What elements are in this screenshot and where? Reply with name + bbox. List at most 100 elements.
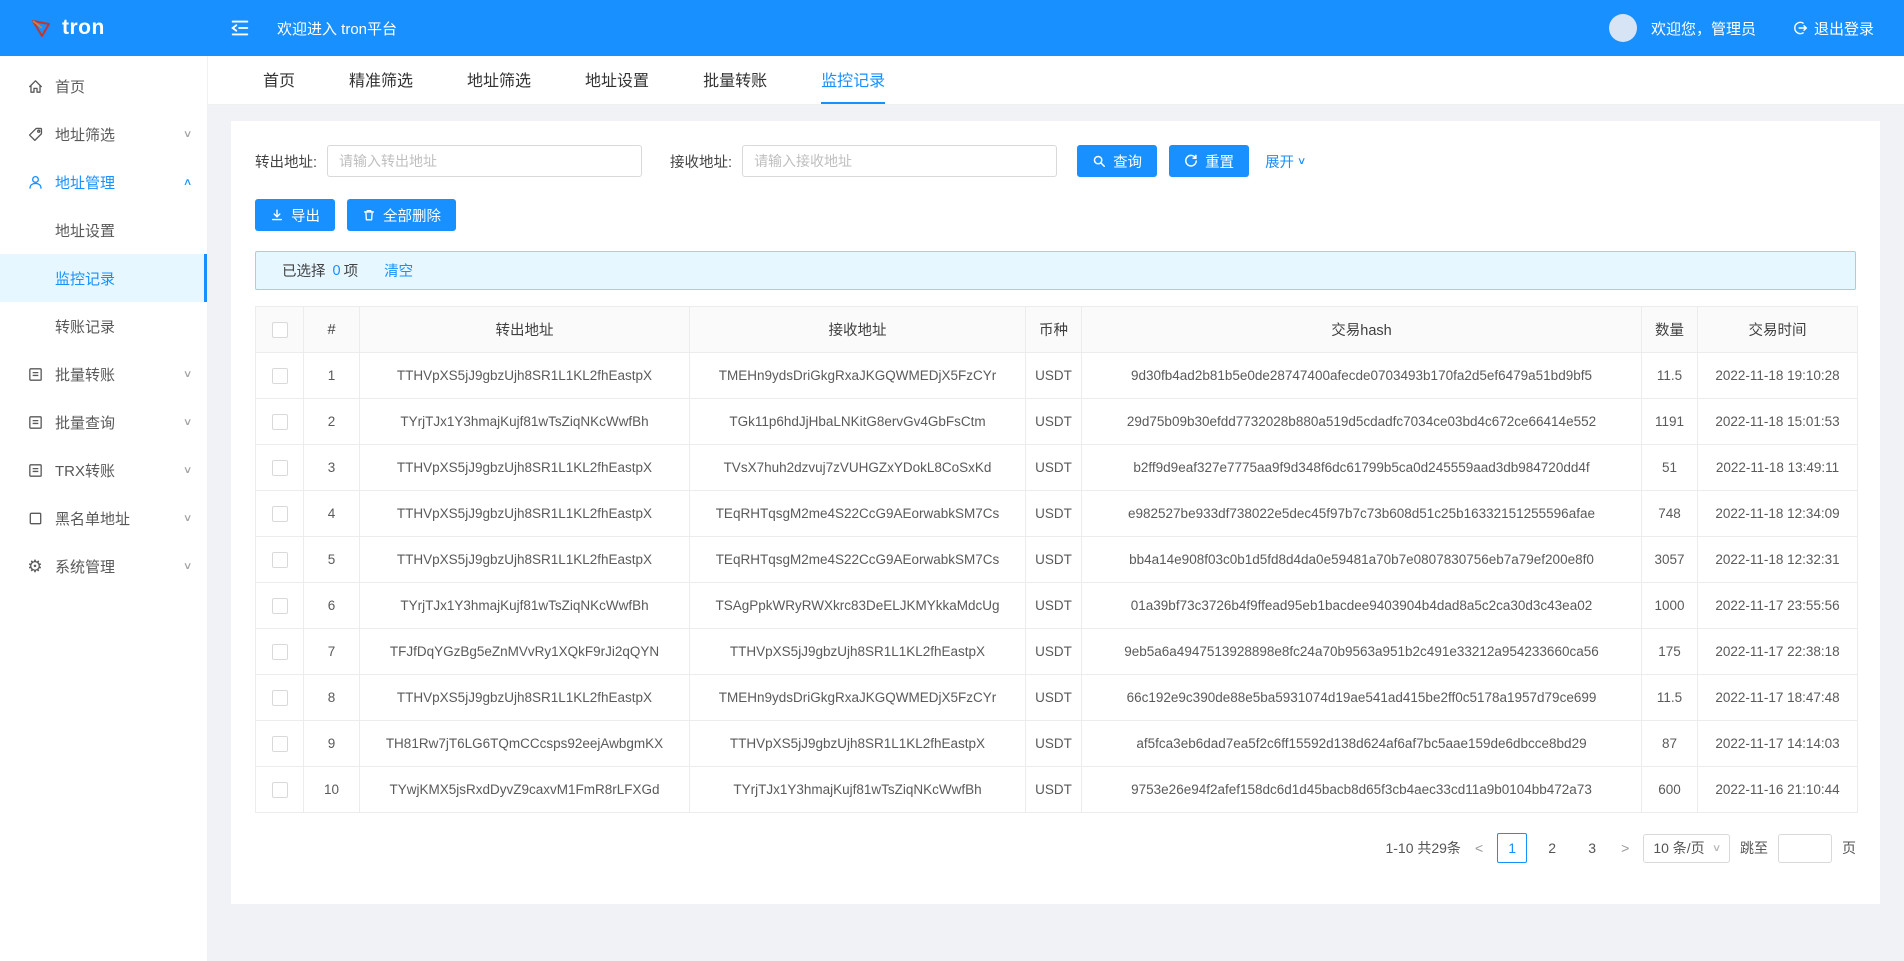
form-icon (26, 461, 44, 479)
page-button-1[interactable]: 1 (1497, 833, 1527, 863)
tab-address-filter[interactable]: 地址筛选 (467, 56, 531, 104)
avatar[interactable] (1609, 14, 1637, 42)
cell-time: 2022-11-17 18:47:48 (1698, 675, 1858, 721)
cell-time: 2022-11-17 14:14:03 (1698, 721, 1858, 767)
sidebar-item-batch-query[interactable]: 批量查询 ∨ (0, 398, 207, 446)
row-checkbox[interactable] (272, 414, 288, 430)
sidebar-item-batch-transfer[interactable]: 批量转账 ∨ (0, 350, 207, 398)
row-checkbox[interactable] (272, 644, 288, 660)
row-checkbox[interactable] (272, 506, 288, 522)
table-row: 10 TYwjKMX5jsRxdDyvZ9caxvM1FmR8rLFXGd TY… (256, 767, 1858, 813)
sidebar-item-address-filter[interactable]: 地址筛选 ∨ (0, 110, 207, 158)
cell-to-address: TEqRHTqsgM2me4S22CcG9AEorwabkSM7Cs (690, 491, 1026, 537)
search-button[interactable]: 查询 (1077, 145, 1157, 177)
cell-index: 2 (304, 399, 360, 445)
table-header-row: # 转出地址 接收地址 币种 交易hash 数量 交易时间 (256, 307, 1858, 353)
form-icon (26, 365, 44, 383)
chevron-down-icon: ∨ (183, 513, 193, 524)
sidebar-item-address-manage[interactable]: 地址管理 ∧ (0, 158, 207, 206)
sidebar-item-monitor-records[interactable]: 监控记录 (0, 254, 207, 302)
content-card: 转出地址: 接收地址: 查询 重置 (231, 121, 1880, 904)
sidebar-item-transfer-records[interactable]: 转账记录 (0, 302, 207, 350)
tab-precise-filter[interactable]: 精准筛选 (349, 56, 413, 104)
cell-time: 2022-11-16 21:10:44 (1698, 767, 1858, 813)
cell-index: 6 (304, 583, 360, 629)
cell-to-address: TGk11p6hdJjHbaLNKitG8ervGv4GbFsCtm (690, 399, 1026, 445)
tab-home[interactable]: 首页 (263, 56, 295, 104)
selection-bar: 已选择 0 项 清空 (255, 251, 1856, 290)
sidebar-item-address-settings[interactable]: 地址设置 (0, 206, 207, 254)
cell-time: 2022-11-17 23:55:56 (1698, 583, 1858, 629)
next-page-button[interactable]: > (1617, 840, 1633, 856)
col-from-address: 转出地址 (360, 307, 690, 353)
cell-amount: 175 (1642, 629, 1698, 675)
tabbar: 首页 精准筛选 地址筛选 地址设置 批量转账 监控记录 (207, 56, 1904, 105)
sidebar-item-trx-transfer[interactable]: TRX转账 ∨ (0, 446, 207, 494)
cell-tx-hash: bb4a14e908f03c0b1d5fd8d4da0e59481a70b7e0… (1082, 537, 1642, 583)
reset-button[interactable]: 重置 (1169, 145, 1249, 177)
sidebar-item-label: 地址筛选 (55, 124, 115, 145)
jump-page-input[interactable] (1778, 834, 1832, 863)
logo-text: tron (62, 16, 105, 40)
selection-unit: 项 (344, 260, 359, 281)
clear-selection-link[interactable]: 清空 (384, 260, 413, 281)
pagination: 1-10 共29条 < 1 2 3 > 10 条/页 ∨ 跳至 页 (255, 833, 1856, 863)
cell-checkbox (256, 675, 304, 721)
table-row: 1 TTHVpXS5jJ9gbzUjh8SR1L1KL2fhEastpX TME… (256, 353, 1858, 399)
sidebar-item-home[interactable]: 首页 (0, 62, 207, 110)
cell-index: 1 (304, 353, 360, 399)
main-content: 首页 精准筛选 地址筛选 地址设置 批量转账 监控记录 转出地址: 接收地址: … (207, 56, 1904, 961)
sidebar-item-blacklist[interactable]: 黑名单地址 ∨ (0, 494, 207, 542)
row-checkbox[interactable] (272, 552, 288, 568)
cell-tx-hash: 9753e26e94f2afef158dc6d1d45bacb8d65f3cb4… (1082, 767, 1642, 813)
cell-currency: USDT (1026, 629, 1082, 675)
cell-currency: USDT (1026, 537, 1082, 583)
export-button[interactable]: 导出 (255, 199, 335, 231)
cell-currency: USDT (1026, 399, 1082, 445)
sidebar-item-label: 监控记录 (55, 268, 115, 289)
table-row: 3 TTHVpXS5jJ9gbzUjh8SR1L1KL2fhEastpX TVs… (256, 445, 1858, 491)
tab-address-settings[interactable]: 地址设置 (585, 56, 649, 104)
logout-label: 退出登录 (1814, 18, 1874, 39)
menu-fold-icon[interactable] (229, 17, 251, 39)
from-address-input[interactable] (327, 145, 642, 177)
sidebar-item-label: TRX转账 (55, 460, 115, 481)
chevron-down-icon: ∨ (183, 465, 193, 476)
select-all-checkbox[interactable] (272, 322, 288, 338)
tab-batch-transfer[interactable]: 批量转账 (703, 56, 767, 104)
page-button-3[interactable]: 3 (1577, 833, 1607, 863)
filter-row: 转出地址: 接收地址: 查询 重置 (255, 145, 1856, 177)
row-checkbox[interactable] (272, 736, 288, 752)
table-row: 8 TTHVpXS5jJ9gbzUjh8SR1L1KL2fhEastpX TME… (256, 675, 1858, 721)
logout-button[interactable]: 退出登录 (1792, 18, 1874, 39)
row-checkbox[interactable] (272, 368, 288, 384)
delete-all-button[interactable]: 全部删除 (347, 199, 456, 231)
export-button-label: 导出 (291, 205, 320, 226)
action-row: 导出 全部删除 (255, 199, 1856, 231)
logo[interactable]: tron (0, 16, 207, 40)
sidebar-item-system-manage[interactable]: ⚙ 系统管理 ∨ (0, 542, 207, 590)
tab-monitor-records[interactable]: 监控记录 (821, 56, 885, 104)
page-unit-label: 页 (1842, 838, 1856, 858)
row-checkbox[interactable] (272, 598, 288, 614)
cell-from-address: TTHVpXS5jJ9gbzUjh8SR1L1KL2fhEastpX (360, 491, 690, 537)
page-button-2[interactable]: 2 (1537, 833, 1567, 863)
row-checkbox[interactable] (272, 782, 288, 798)
tag-icon (26, 125, 44, 143)
to-address-input[interactable] (742, 145, 1057, 177)
cell-to-address: TEqRHTqsgM2me4S22CcG9AEorwabkSM7Cs (690, 537, 1026, 583)
cell-from-address: TTHVpXS5jJ9gbzUjh8SR1L1KL2fhEastpX (360, 445, 690, 491)
row-checkbox[interactable] (272, 460, 288, 476)
row-checkbox[interactable] (272, 690, 288, 706)
page-size-select[interactable]: 10 条/页 ∨ (1643, 834, 1730, 863)
form-icon (26, 413, 44, 431)
from-address-label: 转出地址: (255, 151, 317, 172)
sidebar-item-label: 地址管理 (55, 172, 115, 193)
square-icon (26, 509, 44, 527)
prev-page-button[interactable]: < (1471, 840, 1487, 856)
sidebar-item-label: 批量查询 (55, 412, 115, 433)
home-icon (26, 77, 44, 95)
cell-time: 2022-11-18 12:34:09 (1698, 491, 1858, 537)
welcome-text: 欢迎进入 tron平台 (277, 18, 397, 39)
expand-toggle[interactable]: 展开 ∨ (1265, 151, 1305, 172)
